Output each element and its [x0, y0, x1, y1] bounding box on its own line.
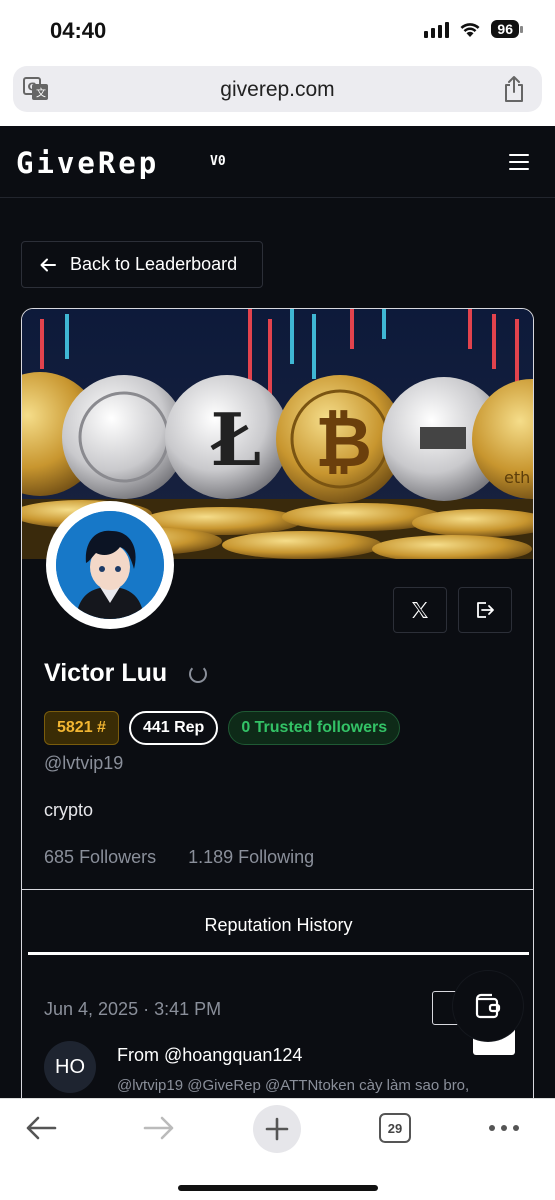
followers-stat[interactable]: 685 Followers — [44, 847, 156, 868]
avatar-image — [56, 511, 164, 619]
profile-name: Victor Luu — [44, 659, 168, 687]
profile-handle[interactable]: @lvtvip19 — [44, 753, 123, 774]
x-profile-button[interactable] — [393, 587, 447, 633]
plus-icon — [265, 1117, 289, 1141]
following-count: 1.189 — [188, 847, 234, 867]
share-icon[interactable] — [502, 75, 526, 103]
profile-bio: crypto — [44, 800, 94, 820]
tab-reputation-history[interactable]: Reputation History — [22, 915, 533, 936]
wallet-icon — [475, 993, 501, 1019]
url-text[interactable]: giverep.com — [13, 78, 542, 102]
status-time: 04:40 — [50, 18, 107, 43]
profile-card: Ł ₿ eth Victor Luu 5821 # 441 Rep 0 Trus… — [21, 308, 534, 1098]
status-indicators: 96 — [424, 20, 523, 38]
battery-indicator: 96 — [491, 20, 523, 38]
following-stat[interactable]: 1.189 Following — [188, 847, 314, 868]
app-logo[interactable]: GiveRep — [16, 146, 159, 180]
logout-button[interactable] — [458, 587, 512, 633]
history-entry-text: @lvtvip19 @GiveRep @ATTNtoken cày làm sa… — [117, 1077, 470, 1094]
x-logo-icon — [412, 602, 428, 618]
history-entry-date: Jun 4, 2025 · 3:41 PM — [44, 999, 222, 1019]
forward-icon[interactable] — [142, 1113, 176, 1143]
followers-label: Followers — [79, 847, 157, 867]
following-label: Following — [238, 847, 315, 867]
profile-stats: 685 Followers 1.189 Following — [44, 847, 314, 868]
signal-icon — [424, 20, 450, 38]
followers-count: 685 — [44, 847, 75, 867]
rep-badge[interactable]: 441 Rep — [128, 711, 219, 745]
svg-text:eth: eth — [504, 468, 530, 487]
address-bar[interactable]: G 文 giverep.com — [13, 66, 542, 112]
arrow-left-icon — [40, 258, 56, 271]
home-indicator — [178, 1185, 378, 1191]
svg-text:Ł: Ł — [210, 397, 261, 482]
profile-tabs: Reputation History — [22, 889, 533, 955]
history-entry-avatar: HO — [44, 1041, 96, 1093]
trusted-followers-badge[interactable]: 0 Trusted followers — [228, 711, 401, 745]
app-version: V0 — [210, 154, 226, 169]
wifi-icon — [459, 21, 481, 38]
browser-address-area: G 文 giverep.com — [0, 62, 555, 126]
profile-avatar — [46, 501, 174, 629]
tabs-icon[interactable]: 29 — [379, 1113, 411, 1143]
svg-text:₿: ₿ — [315, 401, 372, 483]
spinner-icon — [189, 664, 208, 683]
logout-icon — [477, 602, 494, 618]
more-icon[interactable] — [489, 1125, 519, 1131]
active-tab-indicator — [28, 952, 529, 955]
hamburger-icon[interactable] — [509, 154, 529, 170]
back-to-leaderboard-button[interactable]: Back to Leaderboard — [21, 241, 263, 288]
rank-badge[interactable]: 5821 # — [44, 711, 119, 745]
status-bar: 04:40 96 — [0, 0, 555, 62]
wallet-button[interactable] — [453, 971, 523, 1041]
new-tab-button[interactable] — [253, 1105, 301, 1153]
back-button-label: Back to Leaderboard — [70, 254, 238, 274]
back-icon[interactable] — [24, 1113, 58, 1143]
app-viewport: GiveRep V0 Back to Leaderboard Ł ₿ eth V… — [0, 126, 555, 1098]
profile-name-row: Victor Luu — [44, 659, 208, 688]
history-entry-from[interactable]: From @hoangquan124 — [117, 1045, 302, 1066]
browser-toolbar: 29 — [0, 1098, 555, 1200]
profile-badges: 5821 # 441 Rep 0 Trusted followers — [44, 711, 401, 745]
app-header: GiveRep V0 — [0, 126, 555, 198]
